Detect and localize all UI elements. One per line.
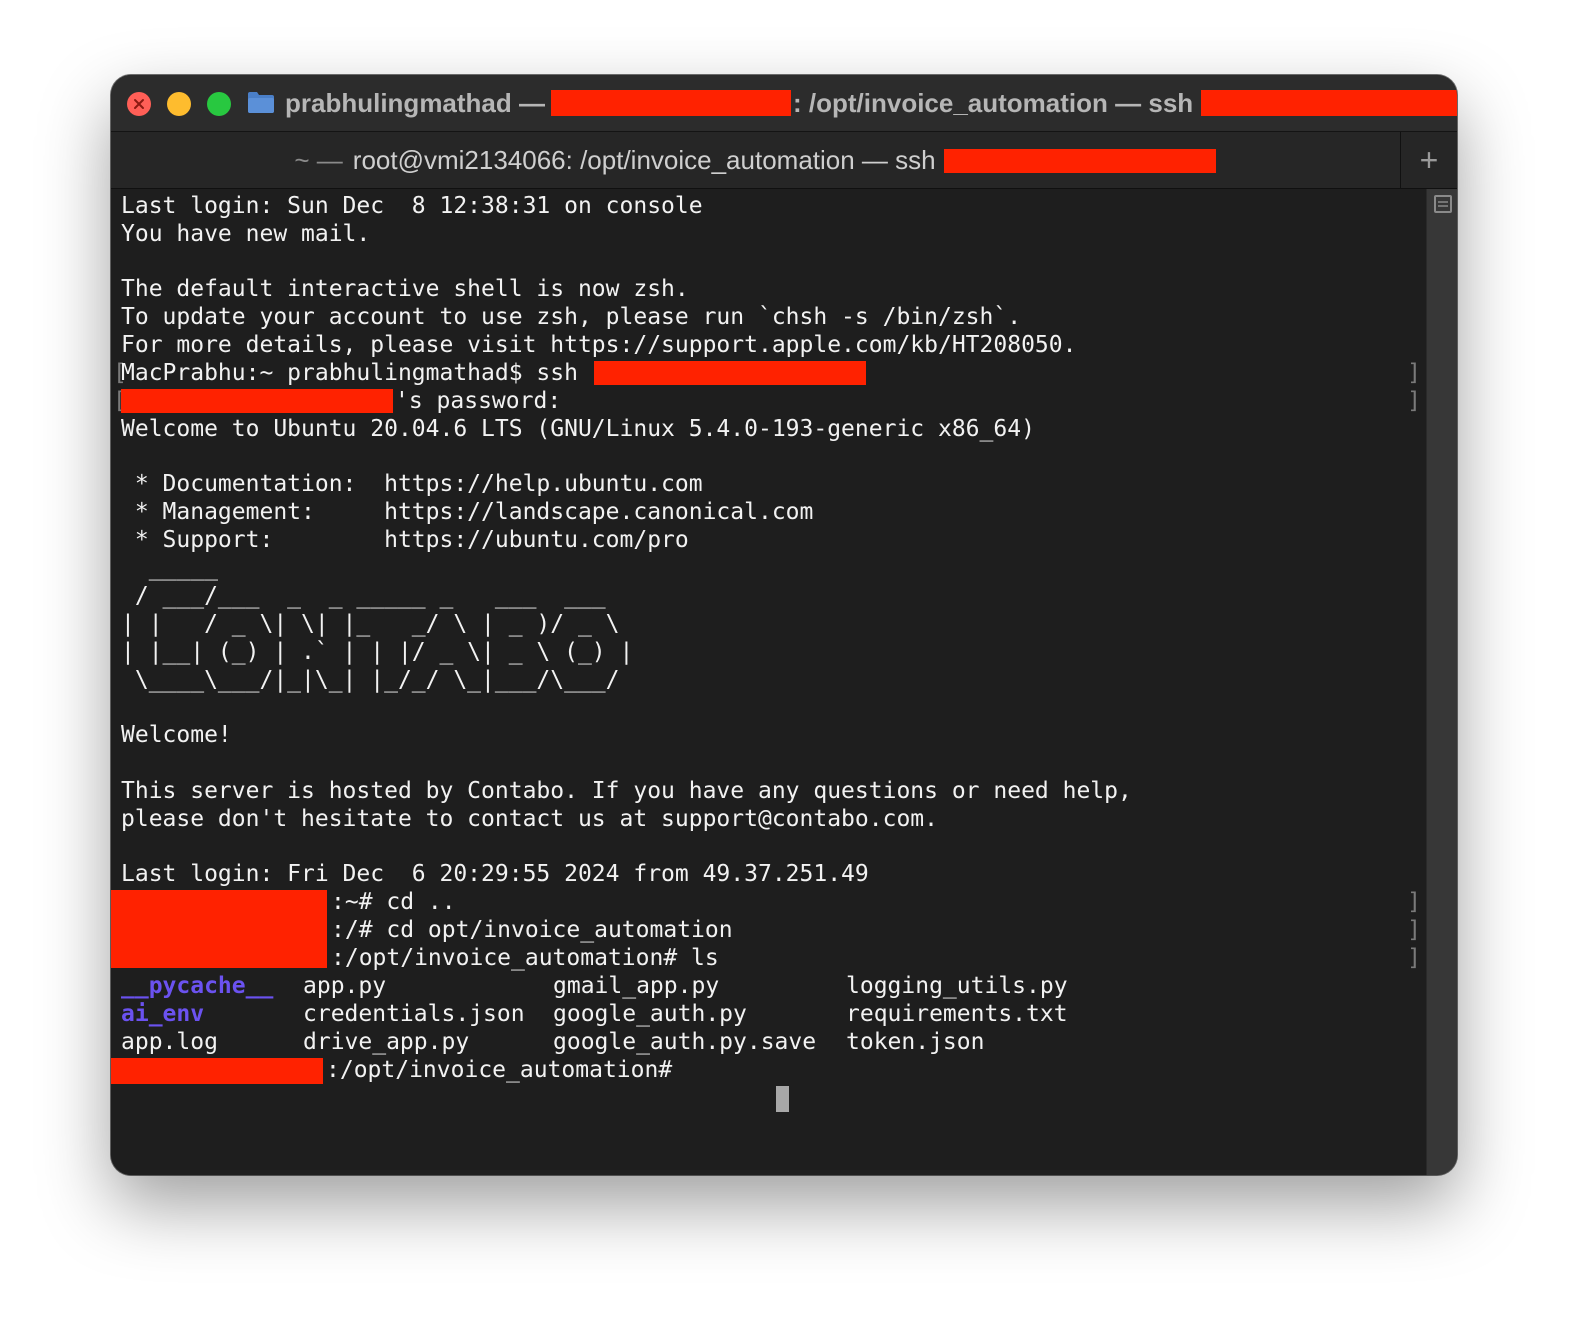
terminal-line: MacPrabhu:~ prabhulingmathad$ ssh — [121, 360, 578, 386]
command-bracket: ] — [1407, 889, 1421, 915]
terminal-window: prabhulingmathad — : /opt/invoice_automa… — [111, 75, 1457, 1175]
window-title: prabhulingmathad — : /opt/invoice_automa… — [285, 85, 1457, 121]
terminal-line: * Documentation: https://help.ubuntu.com — [121, 471, 703, 497]
ls-entry: requirements.txt — [846, 1001, 1068, 1027]
terminal-output[interactable]: Last login: Sun Dec 8 12:38:31 on consol… — [111, 189, 1427, 1175]
redacted-host — [111, 890, 327, 968]
ls-entry: google_auth.py — [553, 1001, 747, 1027]
minimize-button[interactable] — [167, 92, 191, 116]
redacted-host — [111, 1058, 323, 1084]
terminal-line: :~# cd .. — [331, 889, 456, 915]
ascii-banner-line: _____ — [121, 555, 218, 581]
redacted-host — [943, 148, 1216, 173]
window-title-path: : /opt/invoice_automation — ssh — [793, 87, 1194, 118]
tab-prefix: ~ — — [294, 145, 343, 175]
command-bracket: ] — [1407, 360, 1421, 386]
terminal-line: The default interactive shell is now zsh… — [121, 276, 689, 302]
terminal-line: :/opt/invoice_automation# ls — [331, 945, 719, 971]
scrollbar[interactable] — [1426, 189, 1457, 1175]
tab-bar: ~ — root@vmi2134066: /opt/invoice_automa… — [111, 131, 1457, 189]
terminal-line: You have new mail. — [121, 221, 371, 247]
split-lines-icon — [1438, 201, 1448, 207]
terminal-line: * Management: https://landscape.canonica… — [121, 499, 814, 525]
ls-entry-directory: __pycache__ — [121, 973, 274, 999]
shell-prompt: :/opt/invoice_automation# — [326, 1057, 673, 1083]
terminal-line: For more details, please visit https://s… — [121, 332, 1077, 358]
terminal-line: Last login: Sun Dec 8 12:38:31 on consol… — [121, 193, 703, 219]
folder-icon — [248, 92, 274, 113]
terminal-line: * Support: https://ubuntu.com/pro — [121, 527, 689, 553]
ls-entry: drive_app.py — [303, 1029, 470, 1055]
zoom-button[interactable] — [207, 92, 231, 116]
terminal-line: Last login: Fri Dec 6 20:29:55 2024 from… — [121, 861, 869, 887]
ascii-banner-line: \____\___/|_|\_| |_/_/ \_|___/\___/ — [121, 667, 620, 693]
command-bracket: ] — [1407, 917, 1421, 943]
ls-entry: token.json — [846, 1029, 985, 1055]
terminal-line: 's password: — [395, 388, 562, 414]
ascii-banner-line: / ___/___ _ _ _____ _ ___ ___ — [121, 583, 606, 609]
cursor-block — [776, 1085, 790, 1112]
ls-entry: app.log — [121, 1029, 218, 1055]
ls-entry: google_auth.py.save — [553, 1029, 817, 1055]
new-tab-button[interactable]: + — [1400, 132, 1457, 189]
tab-title: ~ — root@vmi2134066: /opt/invoice_automa… — [294, 145, 1216, 176]
ls-entry: credentials.json — [303, 1001, 525, 1027]
terminal-line: To update your account to use zsh, pleas… — [121, 304, 1022, 330]
redacted-host — [551, 90, 791, 116]
terminal-line: :/# cd opt/invoice_automation — [331, 917, 733, 943]
redacted-host — [121, 389, 393, 413]
terminal-line: Welcome to Ubuntu 20.04.6 LTS (GNU/Linux… — [121, 416, 1035, 442]
tab-active[interactable]: ~ — root@vmi2134066: /opt/invoice_automa… — [111, 132, 1399, 189]
command-bracket: ] — [1407, 945, 1421, 971]
ls-entry-directory: ai_env — [121, 1001, 205, 1027]
redacted-host — [594, 361, 866, 385]
close-button[interactable] — [127, 92, 151, 116]
ls-entry: logging_utils.py — [846, 973, 1068, 999]
window-title-user: prabhulingmathad — — [285, 87, 545, 118]
ascii-banner-line: | | / _ \| \| |_ _/ \ | _ )/ _ \ — [121, 611, 620, 637]
ls-entry: gmail_app.py — [553, 973, 720, 999]
terminal-line: This server is hosted by Contabo. If you… — [121, 778, 1132, 804]
ascii-banner-line: | |__| (_) | .` | | |/ _ \| _ \ (_) | — [121, 639, 634, 665]
command-bracket: ] — [1407, 388, 1421, 414]
ls-entry: app.py — [303, 973, 387, 999]
title-bar[interactable]: prabhulingmathad — : /opt/invoice_automa… — [111, 75, 1457, 131]
close-icon — [134, 99, 144, 109]
redacted-host — [1201, 90, 1457, 116]
terminal-line: please don't hesitate to contact us at s… — [121, 806, 938, 832]
terminal-line: Welcome! — [121, 722, 232, 748]
text-cursor[interactable] — [693, 1056, 790, 1112]
tab-title-label: root@vmi2134066: /opt/invoice_automation… — [352, 145, 936, 175]
split-pane-icon[interactable] — [1434, 195, 1452, 213]
